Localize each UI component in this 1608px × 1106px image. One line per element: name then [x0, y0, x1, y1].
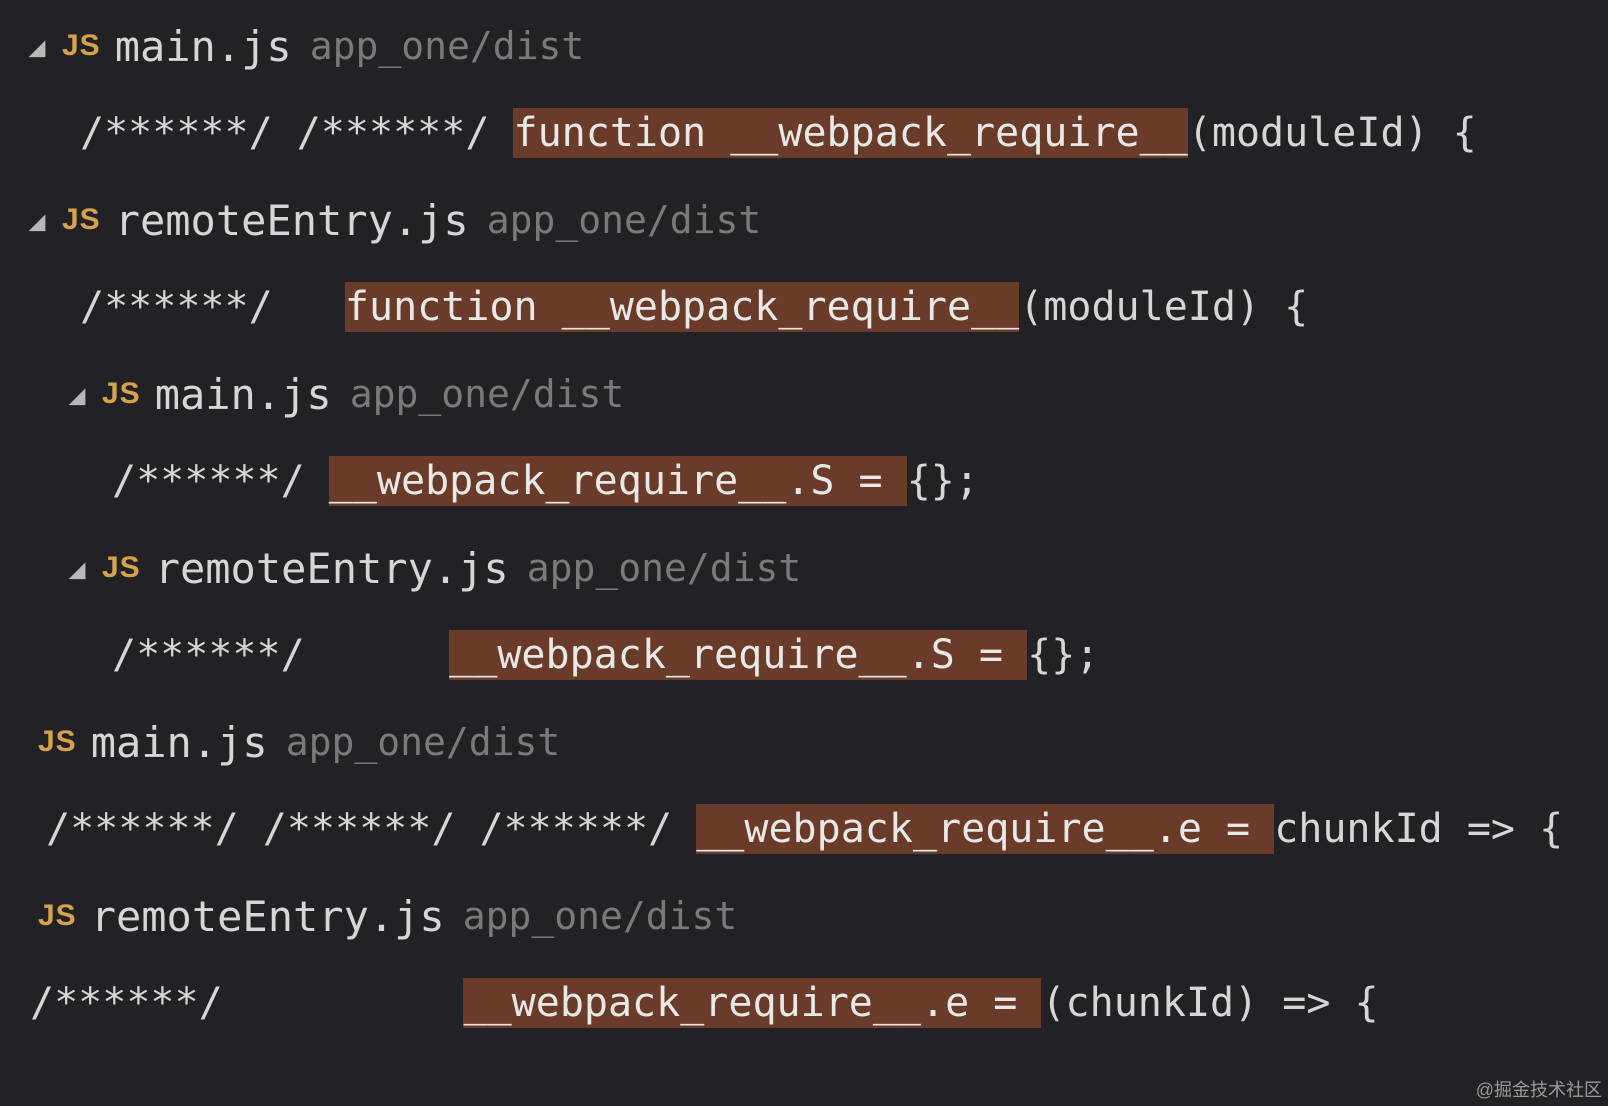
code-suffix: chunkId => { — [1274, 806, 1563, 852]
file-name: remoteEntry.js — [155, 544, 509, 593]
chevron-down-icon: ◢ — [60, 552, 94, 585]
search-result-file[interactable]: ◢JS main.js app_one/dist — [0, 352, 1608, 436]
code-prefix: /******/ — [0, 458, 329, 504]
search-highlight: function __webpack_require__ — [345, 282, 1019, 332]
search-highlight: __webpack_require__.S = — [329, 456, 907, 506]
code-prefix: /******/ — [0, 632, 449, 678]
file-path: app_one/dist — [463, 894, 738, 938]
code-prefix: /******/ — [0, 284, 345, 330]
chevron-down-icon: ◢ — [20, 30, 54, 63]
code-prefix: /******/ /******/ /******/ — [0, 806, 696, 852]
file-name: main.js — [91, 718, 268, 767]
js-file-icon: JS — [38, 725, 77, 759]
file-path: app_one/dist — [286, 720, 561, 764]
search-match-line[interactable]: /******/ __webpack_require__.S = {}; — [0, 610, 1608, 700]
search-result-file[interactable]: JS remoteEntry.js app_one/dist — [0, 874, 1608, 958]
search-result-file[interactable]: ◢JS remoteEntry.js app_one/dist — [0, 526, 1608, 610]
file-name: main.js — [155, 370, 332, 419]
js-file-icon: JS — [62, 203, 101, 237]
js-file-icon: JS — [102, 377, 141, 411]
code-suffix: {}; — [907, 458, 979, 504]
watermark-text: @掘金技术社区 — [1476, 1076, 1602, 1102]
js-file-icon: JS — [38, 899, 77, 933]
search-highlight: __webpack_require__.e = — [463, 978, 1041, 1028]
file-path: app_one/dist — [487, 198, 762, 242]
code-suffix: (moduleId) { — [1188, 110, 1477, 156]
file-path: app_one/dist — [527, 546, 802, 590]
file-name: remoteEntry.js — [115, 196, 469, 245]
search-highlight: __webpack_require__.S = — [449, 630, 1027, 680]
code-suffix: {}; — [1027, 632, 1099, 678]
search-result-file[interactable]: ◢JS main.js app_one/dist — [0, 4, 1608, 88]
search-match-line[interactable]: /******/ function __webpack_require__(mo… — [0, 262, 1608, 352]
code-suffix: (chunkId) => { — [1041, 980, 1378, 1026]
search-highlight: function __webpack_require__ — [513, 108, 1187, 158]
file-name: remoteEntry.js — [91, 892, 445, 941]
search-match-line[interactable]: /******/ /******/ function __webpack_req… — [0, 88, 1608, 178]
code-prefix: /******/ — [0, 980, 463, 1026]
search-match-line[interactable]: /******/ __webpack_require__.S = {}; — [0, 436, 1608, 526]
code-prefix: /******/ /******/ — [0, 110, 513, 156]
js-file-icon: JS — [62, 29, 101, 63]
chevron-down-icon: ◢ — [20, 204, 54, 237]
code-suffix: (moduleId) { — [1019, 284, 1308, 330]
file-path: app_one/dist — [350, 372, 625, 416]
search-result-file[interactable]: JS main.js app_one/dist — [0, 700, 1608, 784]
file-name: main.js — [115, 22, 292, 71]
search-result-file[interactable]: ◢JS remoteEntry.js app_one/dist — [0, 178, 1608, 262]
search-results-panel: ◢JSmain.jsapp_one/dist/******/ /******/ … — [0, 0, 1608, 1048]
file-path: app_one/dist — [310, 24, 585, 68]
search-match-line[interactable]: /******/ __webpack_require__.e = (chunkI… — [0, 958, 1608, 1048]
search-match-line[interactable]: /******/ /******/ /******/ __webpack_req… — [0, 784, 1608, 874]
js-file-icon: JS — [102, 551, 141, 585]
chevron-down-icon: ◢ — [60, 378, 94, 411]
search-highlight: __webpack_require__.e = — [696, 804, 1274, 854]
